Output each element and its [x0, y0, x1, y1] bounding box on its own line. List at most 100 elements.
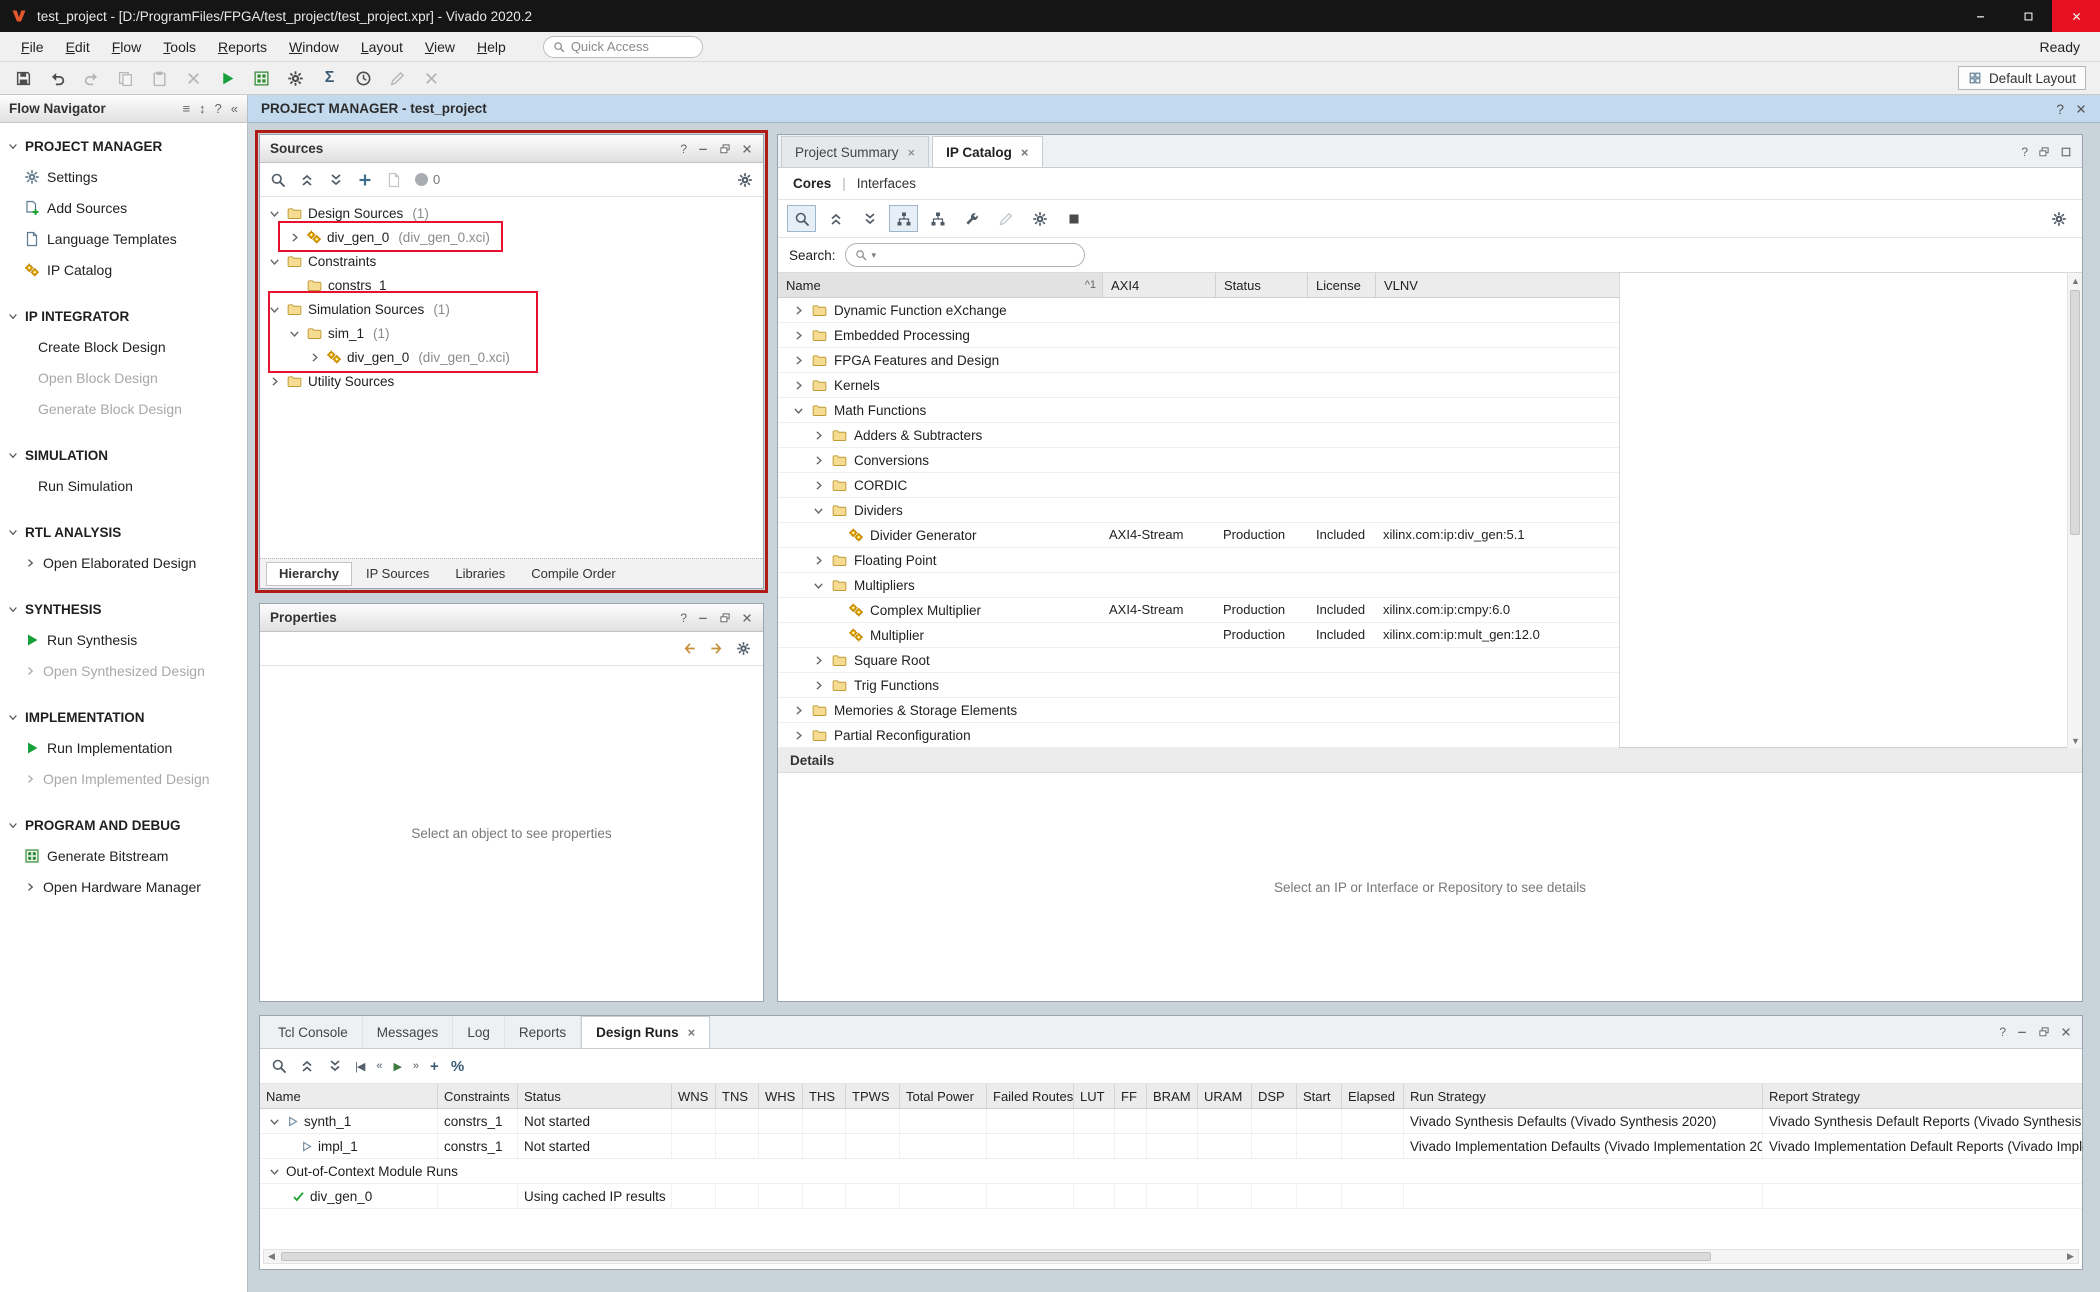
scrollbar-thumb[interactable] [281, 1252, 1711, 1261]
scroll-up-arrow[interactable]: ▲ [2068, 273, 2083, 288]
close-icon[interactable] [2060, 1026, 2072, 1038]
ip-settings-button[interactable] [1025, 205, 1054, 232]
close-icon[interactable] [741, 143, 753, 155]
search-icon[interactable] [271, 1058, 287, 1074]
catalog-row-complex-multiplier[interactable]: Complex Multiplier AXI4-Stream Productio… [778, 598, 1619, 623]
layout-selector[interactable]: Default Layout [1958, 66, 2086, 90]
undo-button[interactable] [42, 65, 73, 92]
section-header-ip-integrator[interactable]: IP INTEGRATOR [0, 301, 247, 331]
column-header-vlnv[interactable]: VLNV [1376, 273, 1619, 297]
run-icon[interactable]: ▶ [393, 1060, 400, 1073]
tab-libraries[interactable]: Libraries [443, 562, 517, 586]
column-header[interactable]: BRAM [1147, 1084, 1198, 1108]
column-header[interactable]: TPWS [846, 1084, 900, 1108]
scroll-down-arrow[interactable]: ▼ [2068, 733, 2083, 748]
tab-design-runs[interactable]: Design Runs × [581, 1016, 710, 1048]
run-group-out-of-context[interactable]: Out-of-Context Module Runs [260, 1159, 2082, 1184]
expand-all-icon[interactable] [327, 1058, 343, 1074]
catalog-row[interactable]: Trig Functions [778, 673, 1619, 698]
close-icon[interactable]: × [688, 1025, 696, 1040]
section-header-implementation[interactable]: IMPLEMENTATION [0, 702, 247, 732]
column-header[interactable]: URAM [1198, 1084, 1252, 1108]
report-sum-button[interactable]: Σ [314, 65, 345, 92]
maximize-button[interactable] [2004, 0, 2052, 32]
tab-tcl-console[interactable]: Tcl Console [264, 1016, 363, 1048]
tab-ip-catalog[interactable]: IP Catalog × [932, 136, 1042, 167]
column-header-axi4[interactable]: AXI4 [1103, 273, 1216, 297]
menu-view[interactable]: View [414, 32, 466, 61]
stop-button[interactable] [1059, 205, 1088, 232]
step-back-icon[interactable]: « [376, 1060, 381, 1072]
cancel-button[interactable] [416, 65, 447, 92]
catalog-row[interactable]: Memories & Storage Elements [778, 698, 1619, 723]
column-header[interactable]: DSP [1252, 1084, 1297, 1108]
float-icon[interactable] [719, 143, 731, 155]
catalog-row-multipliers[interactable]: Multipliers [778, 573, 1619, 598]
close-button[interactable] [2052, 0, 2100, 32]
tab-hierarchy[interactable]: Hierarchy [266, 562, 352, 586]
collapse-all-button[interactable] [821, 205, 850, 232]
group-by-category-button[interactable] [889, 205, 918, 232]
flownav-item-generate-block-design[interactable]: Generate Block Design [0, 393, 247, 424]
close-icon[interactable] [741, 612, 753, 624]
expand-all-button[interactable] [855, 205, 884, 232]
flownav-item-open-implemented-design[interactable]: Open Implemented Design [0, 763, 247, 794]
horizontal-scrollbar[interactable]: ◀ ▶ [263, 1249, 2079, 1264]
section-header-project-manager[interactable]: PROJECT MANAGER [0, 131, 247, 161]
catalog-row-dividers[interactable]: Dividers [778, 498, 1619, 523]
expand-all-icon[interactable] [328, 172, 344, 188]
tree-row-constraints[interactable]: Constraints [260, 249, 763, 273]
menu-help[interactable]: Help [466, 32, 517, 61]
tab-ip-sources[interactable]: IP Sources [354, 562, 441, 586]
menu-window[interactable]: Window [278, 32, 350, 61]
flownav-item-language-templates[interactable]: Language Templates [0, 223, 247, 254]
menu-file[interactable]: File [10, 32, 55, 61]
column-header[interactable]: Total Power [900, 1084, 987, 1108]
report-icon[interactable] [386, 172, 402, 188]
maximize-icon[interactable] [2060, 146, 2072, 158]
column-header[interactable]: Failed Routes [987, 1084, 1074, 1108]
catalog-row[interactable]: Embedded Processing [778, 323, 1619, 348]
percent-icon[interactable]: % [451, 1058, 464, 1075]
flownav-item-open-hardware-manager[interactable]: Open Hardware Manager [0, 871, 247, 902]
edit-button[interactable] [382, 65, 413, 92]
float-icon[interactable] [2038, 146, 2050, 158]
subtab-cores[interactable]: Cores [793, 176, 831, 191]
tree-row-simulation-sources[interactable]: Simulation Sources (1) [260, 297, 763, 321]
flownav-item-add-sources[interactable]: Add Sources [0, 192, 247, 223]
catalog-row[interactable]: Partial Reconfiguration [778, 723, 1619, 748]
tab-log[interactable]: Log [453, 1016, 505, 1048]
column-header[interactable]: Run Strategy [1404, 1084, 1763, 1108]
create-run-icon[interactable]: + [430, 1058, 439, 1075]
section-header-simulation[interactable]: SIMULATION [0, 440, 247, 470]
run-row-impl-1[interactable]: impl_1 constrs_1 Not started Vivado Impl… [260, 1134, 2082, 1159]
customize-ip-button[interactable] [957, 205, 986, 232]
scroll-left-arrow[interactable]: ◀ [264, 1250, 279, 1263]
column-header[interactable]: Constraints [438, 1084, 518, 1108]
gear-icon[interactable] [2044, 205, 2073, 232]
add-sources-icon[interactable] [357, 172, 373, 188]
tab-reports[interactable]: Reports [505, 1016, 581, 1048]
tree-row-sim-1[interactable]: sim_1 (1) [260, 321, 763, 345]
flownav-item-settings[interactable]: Settings [0, 161, 247, 192]
tree-row-sim-div-gen-0[interactable]: div_gen_0 (div_gen_0.xci) [260, 345, 763, 369]
column-header[interactable]: FF [1115, 1084, 1147, 1108]
edit-ip-button[interactable] [991, 205, 1020, 232]
float-icon[interactable] [719, 612, 731, 624]
search-icon[interactable] [270, 172, 286, 188]
fn-collapse-pane-icon[interactable]: « [231, 101, 238, 116]
forward-arrow-icon[interactable] [709, 641, 724, 656]
column-header[interactable]: Name [260, 1084, 438, 1108]
catalog-row[interactable]: FPGA Features and Design [778, 348, 1619, 373]
delete-button[interactable] [178, 65, 209, 92]
back-arrow-icon[interactable] [682, 641, 697, 656]
flownav-item-run-implementation[interactable]: Run Implementation [0, 732, 247, 763]
column-header[interactable]: TNS [716, 1084, 759, 1108]
tab-project-summary[interactable]: Project Summary × [781, 136, 929, 167]
menu-reports[interactable]: Reports [207, 32, 278, 61]
flownav-item-open-elaborated-design[interactable]: Open Elaborated Design [0, 547, 247, 578]
fn-help-icon[interactable]: ? [215, 101, 222, 116]
column-header[interactable]: THS [803, 1084, 846, 1108]
catalog-row[interactable]: CORDIC [778, 473, 1619, 498]
run-button[interactable] [212, 65, 243, 92]
